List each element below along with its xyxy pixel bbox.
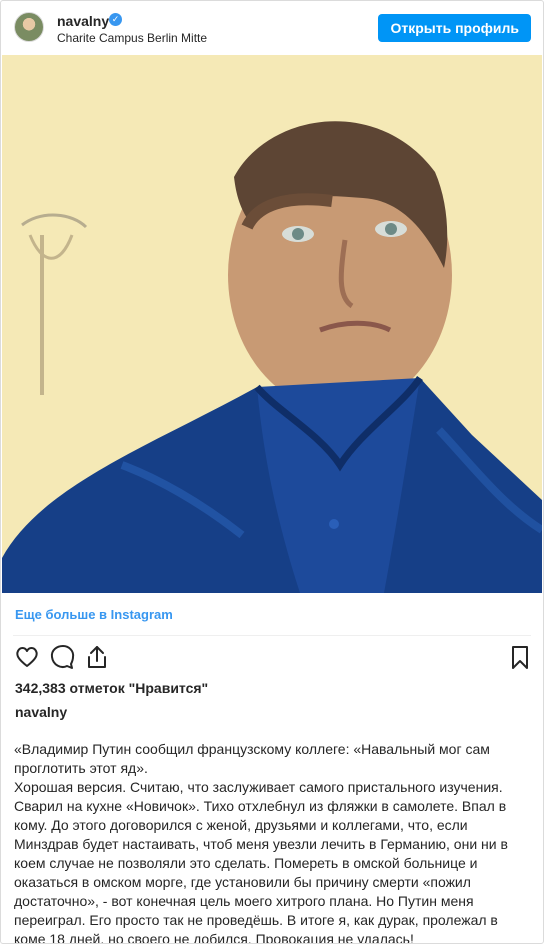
likes-count[interactable]: 342,383 отметок "Нравится" — [15, 680, 208, 696]
like-button[interactable] — [13, 643, 41, 671]
heart-icon — [16, 647, 38, 667]
save-button[interactable] — [506, 643, 534, 671]
instagram-embed-card: navalny ✓ Charite Campus Berlin Mitte От… — [0, 0, 544, 944]
comment-icon — [50, 645, 75, 669]
caption-username[interactable]: navalny — [15, 704, 67, 720]
profile-username[interactable]: navalny — [57, 13, 109, 29]
bookmark-icon — [512, 646, 528, 669]
share-icon — [88, 646, 106, 668]
verified-badge-icon: ✓ — [109, 13, 122, 26]
post-location[interactable]: Charite Campus Berlin Mitte — [57, 31, 207, 45]
share-button[interactable] — [83, 643, 111, 671]
post-caption: «Владимир Путин сообщил французскому кол… — [14, 741, 508, 944]
profile-avatar[interactable] — [14, 12, 44, 42]
actions-divider — [13, 635, 531, 636]
comment-button[interactable] — [48, 643, 76, 671]
more-on-instagram-link[interactable]: Еще больше в Instagram — [15, 607, 173, 622]
open-profile-button[interactable]: Открыть профиль — [378, 14, 531, 42]
portrait-photo — [2, 55, 542, 593]
post-header: navalny ✓ Charite Campus Berlin Mitte От… — [1, 1, 543, 55]
post-photo[interactable] — [2, 55, 542, 593]
